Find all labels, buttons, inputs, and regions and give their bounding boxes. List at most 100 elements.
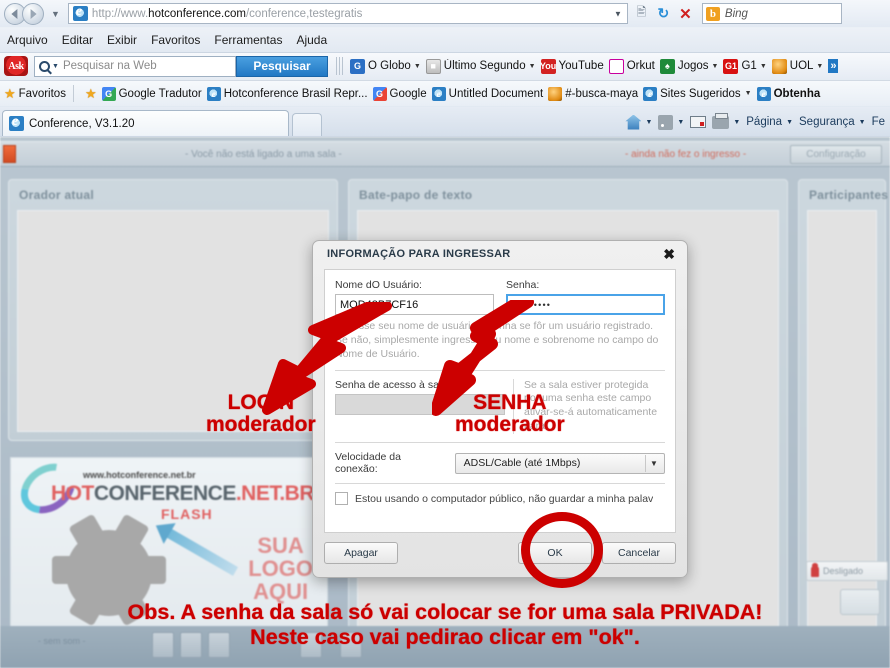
dialog-footer: Apagar OK Cancelar — [324, 539, 676, 567]
toolbar-grip-handle[interactable] — [336, 57, 344, 75]
ask-link-g1[interactable]: G1 G1 ▼ — [721, 58, 768, 74]
ask-search-button[interactable]: Pesquisar — [236, 55, 328, 77]
tab-conference[interactable]: Conference, V3.1.20 — [2, 110, 289, 136]
ask-link-ultimo-segundo[interactable]: ■ Último Segundo ▼ — [424, 58, 538, 74]
favorite-label: Obtenha — [773, 87, 821, 100]
panel-title: Participantes — [809, 188, 889, 202]
favorite-obtenha[interactable]: e Obtenha — [755, 86, 823, 101]
address-bar[interactable]: http://www.hotconference.com/conference,… — [67, 3, 628, 24]
favorite-untitled-document[interactable]: e Untitled Document — [430, 86, 546, 101]
seguranca-menu[interactable]: Segurança ▼ — [796, 116, 869, 128]
stop-icon[interactable]: ✕ — [675, 3, 696, 24]
ask-link-jogos[interactable]: ♠ Jogos ▼ — [658, 58, 721, 74]
room-password-group: Senha de acesso à sala: — [335, 379, 513, 434]
chevron-down-icon[interactable]: ▼ — [786, 119, 793, 126]
ask-link-label: UOL — [789, 60, 814, 72]
chevron-down-icon[interactable]: ▼ — [816, 63, 823, 70]
add-favorite-icon[interactable]: ★ — [85, 86, 97, 102]
refresh-icon[interactable]: ↻ — [653, 3, 674, 24]
favorite-google-tradutor[interactable]: G Google Tradutor — [100, 86, 204, 101]
search-icon — [39, 60, 50, 72]
favorite-busca-maya[interactable]: #-busca-maya — [546, 86, 640, 101]
username-field-group: Nome dO Usuário: MOD48B7CF16 — [335, 279, 494, 315]
chevron-down-icon[interactable]: ▼ — [760, 63, 767, 70]
settings-button[interactable] — [300, 632, 322, 658]
favorites-items: G Google Tradutor e Hotconference Brasil… — [100, 86, 823, 101]
close-icon[interactable]: ✖ — [663, 247, 675, 261]
banner-placeholder-line2: LOGO — [248, 556, 313, 582]
favorite-google[interactable]: G Google — [371, 86, 429, 101]
favorites-label[interactable]: Favoritos — [19, 88, 66, 100]
volume-button[interactable] — [208, 632, 230, 658]
room-password-input[interactable] — [335, 393, 505, 415]
share-button[interactable] — [840, 589, 880, 615]
ask-link-label: G1 — [741, 60, 757, 72]
chevron-down-icon[interactable]: ▼ — [645, 119, 652, 126]
ie-page-icon: e — [756, 86, 771, 101]
compatibility-view-icon[interactable]: 🖹 — [631, 3, 652, 24]
forward-button[interactable] — [22, 2, 44, 25]
ask-link-orkut[interactable]: ○ Orkut — [607, 58, 657, 74]
chevron-down-icon[interactable]: ▼ — [677, 119, 684, 126]
ferramentas-menu[interactable]: Fe — [869, 116, 888, 128]
cancelar-button[interactable]: Cancelar — [602, 542, 676, 564]
home-button[interactable]: ▼ — [622, 114, 655, 130]
room-password-label: Senha de acesso à sala: — [335, 378, 450, 391]
chevron-down-icon[interactable]: ▼ — [645, 454, 662, 472]
pagina-menu[interactable]: Página ▼ — [743, 116, 796, 128]
menu-editar[interactable]: Editar — [55, 31, 100, 49]
menu-ajuda[interactable]: Ajuda — [289, 31, 334, 49]
emoji-button[interactable] — [340, 632, 362, 658]
toolbar-overflow-icon[interactable]: » — [828, 59, 839, 73]
menu-ferramentas[interactable]: Ferramentas — [207, 31, 289, 49]
menu-exibir[interactable]: Exibir — [100, 31, 144, 49]
menu-arquivo[interactable]: Arquivo — [0, 31, 55, 49]
screenshot-root: ▼ http://www.hotconference.com/conferenc… — [0, 0, 890, 668]
username-input[interactable]: MOD48B7CF16 — [335, 294, 494, 315]
public-computer-checkbox[interactable] — [335, 492, 348, 506]
menu-bar: Arquivo Editar Exibir Favoritos Ferramen… — [0, 28, 890, 52]
new-tab-button[interactable] — [292, 113, 322, 136]
recent-pages-dropdown-icon[interactable]: ▼ — [51, 9, 60, 19]
connection-speed-select[interactable]: ADSL/Cable (até 1Mbps) ▼ — [454, 452, 665, 474]
favorites-star-icon[interactable]: ★ — [4, 86, 16, 102]
mail-button[interactable] — [687, 116, 709, 128]
ask-search-input[interactable]: ▼ Pesquisar na Web — [34, 55, 236, 77]
favorite-hotconference-brasil[interactable]: e Hotconference Brasil Repr... — [205, 86, 370, 101]
favorite-sites-sugeridos[interactable]: e Sites Sugeridos ▼ — [641, 86, 753, 101]
microphone-button[interactable] — [152, 632, 174, 658]
browser-search-box[interactable]: b Bing — [701, 3, 842, 24]
print-button[interactable]: ▼ — [709, 112, 743, 129]
menu-favoritos[interactable]: Favoritos — [144, 31, 207, 49]
chevron-down-icon[interactable]: ▼ — [859, 119, 866, 126]
camera-button[interactable] — [180, 632, 202, 658]
banner-word-net: .NET.BR — [235, 482, 315, 505]
connection-speed-value: ADSL/Cable (até 1Mbps) — [463, 457, 581, 470]
chevron-down-icon[interactable]: ▼ — [712, 63, 719, 70]
chevron-down-icon[interactable]: ▼ — [733, 119, 740, 126]
command-label: Segurança — [799, 116, 855, 128]
ask-link-youtube[interactable]: You YouTube — [539, 58, 606, 74]
panel-orador-atual: Orador atual — [8, 179, 338, 441]
ask-logo-icon[interactable]: Ask — [4, 56, 28, 76]
ok-button[interactable]: OK — [518, 542, 592, 564]
banner-word-conference: CONFERENCE — [93, 482, 237, 505]
configuracao-button[interactable]: Configuração — [790, 144, 882, 164]
password-input[interactable]: ••••••••• — [506, 294, 665, 315]
apagar-button[interactable]: Apagar — [324, 542, 398, 564]
feeds-button[interactable]: ▼ — [655, 114, 687, 130]
search-scope-dropdown-icon[interactable]: ▼ — [52, 63, 59, 70]
maya-icon — [548, 86, 563, 101]
dialog-body: Nome dO Usuário: MOD48B7CF16 Senha: ••••… — [324, 269, 676, 533]
navigation-buttons: ▼ — [4, 2, 60, 25]
connection-status-badge[interactable]: Desligado — [806, 561, 888, 581]
ask-link-uol[interactable]: UOL ▼ — [770, 58, 826, 74]
favorites-bar: ★ Favoritos ★ G Google Tradutor e Hotcon… — [0, 80, 890, 106]
chevron-down-icon[interactable]: ▼ — [529, 63, 536, 70]
g1-icon: G1 — [723, 58, 739, 74]
chevron-down-icon[interactable]: ▼ — [414, 63, 421, 70]
ask-link-o-globo[interactable]: G O Globo ▼ — [348, 58, 423, 74]
rss-icon — [658, 114, 674, 130]
address-bar-dropdown-icon[interactable]: ▼ — [614, 9, 622, 18]
chevron-down-icon[interactable]: ▼ — [745, 90, 752, 97]
